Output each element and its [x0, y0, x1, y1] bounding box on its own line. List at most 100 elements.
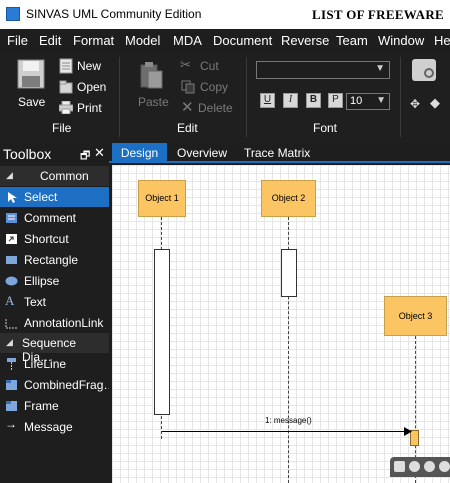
tool-label: Frame — [24, 399, 59, 413]
menu-format[interactable]: Format — [73, 33, 114, 48]
menu-file[interactable]: File — [7, 33, 28, 48]
clipboard-icon — [140, 62, 163, 89]
lifeline-object-1[interactable]: Object 1 — [138, 180, 186, 217]
scissors-icon: ✂ — [180, 57, 191, 72]
pan-hand-icon[interactable] — [409, 461, 420, 472]
font-group-label: Font — [313, 121, 338, 135]
floppy-disk-icon — [17, 59, 45, 89]
font-color-button[interactable]: P — [328, 93, 343, 108]
tool-label: Rectangle — [24, 253, 79, 267]
toolbox-panel: Toolbox 🗗 ✕ ◢ Common Select Comment Shor… — [0, 143, 115, 483]
lifeline-icon — [7, 358, 16, 370]
zoom-out-icon[interactable] — [424, 461, 435, 472]
tool-label: CombinedFrag… — [24, 378, 116, 392]
font-family-select[interactable]: ▼ — [256, 61, 390, 79]
collapse-icon: ◢ — [6, 337, 13, 347]
new-document-icon — [59, 58, 73, 74]
bold-button[interactable]: B — [306, 93, 321, 108]
tool-lifeline[interactable]: LifeLine — [0, 354, 109, 374]
toolbox-header: Toolbox 🗗 ✕ — [0, 143, 109, 165]
tool-message[interactable]: → Message — [0, 417, 109, 437]
tool-frame[interactable]: Frame — [0, 396, 109, 416]
underline-button[interactable]: U — [260, 93, 275, 108]
open-label: Open — [77, 80, 107, 94]
copy-label: Copy — [200, 80, 229, 94]
shortcut-icon — [6, 234, 17, 244]
ellipse-icon — [5, 276, 18, 286]
toolbox-title: Toolbox — [3, 146, 52, 162]
title-bar: SINVAS UML Community Edition LIST OF FRE… — [0, 0, 450, 29]
search-icon — [424, 68, 434, 78]
menu-edit[interactable]: Edit — [39, 33, 61, 48]
tool-ellipse[interactable]: Ellipse — [0, 271, 109, 291]
menu-mda[interactable]: MDA — [173, 33, 202, 48]
arrow-right-icon: → — [5, 417, 17, 431]
ribbon-separator — [246, 57, 247, 137]
file-group-label: File — [52, 121, 72, 135]
new-label: New — [77, 59, 102, 73]
combined-fragment-icon — [6, 380, 17, 390]
activation-bar[interactable] — [154, 249, 170, 415]
tool-combinedfragment[interactable]: CombinedFrag… — [0, 375, 115, 395]
ribbon: Save New Open Print File Paste ✂ Cut Cop… — [0, 51, 450, 143]
tab-design[interactable]: Design — [112, 143, 167, 161]
menu-reverse[interactable]: Reverse — [281, 33, 329, 48]
pin-icon[interactable]: 🗗 — [80, 147, 90, 166]
menu-help[interactable]: He — [434, 33, 450, 48]
cut-label: Cut — [200, 59, 219, 73]
tool-label: Select — [24, 190, 58, 204]
activation-bar[interactable] — [281, 249, 297, 297]
ribbon-separator — [400, 57, 401, 137]
fill-color-icon[interactable]: ◆ — [430, 95, 440, 111]
tool-label: Text — [24, 295, 47, 309]
tool-rectangle[interactable]: Rectangle — [0, 250, 109, 270]
edit-group-label: Edit — [177, 121, 198, 135]
category-common[interactable]: ◢ Common — [0, 166, 109, 186]
tool-label: LifeLine — [24, 357, 67, 371]
print-label: Print — [77, 101, 102, 115]
menu-team[interactable]: Team — [336, 33, 368, 48]
tool-select[interactable]: Select — [0, 187, 109, 207]
arrowhead-icon — [404, 427, 412, 436]
find-button[interactable] — [412, 59, 436, 81]
italic-button[interactable]: I — [283, 93, 298, 108]
delete-x-icon: ✕ — [181, 99, 194, 116]
text-a-icon: A — [5, 293, 15, 308]
zoom-controls — [390, 457, 450, 477]
tool-comment[interactable]: Comment — [0, 208, 109, 228]
open-folder-icon — [59, 80, 73, 94]
tool-text[interactable]: A Text — [0, 292, 109, 312]
close-icon[interactable]: ✕ — [94, 145, 105, 161]
menu-window[interactable]: Window — [378, 33, 424, 48]
tab-trace-matrix[interactable]: Trace Matrix — [244, 143, 310, 161]
app-icon — [6, 7, 20, 21]
menu-bar: File Edit Format Model MDA Document Reve… — [0, 29, 450, 51]
tool-label: Ellipse — [24, 274, 60, 288]
tool-annotationlink[interactable]: AnnotationLink — [0, 313, 109, 333]
lifeline-object-3[interactable]: Object 3 — [384, 296, 447, 336]
menu-model[interactable]: Model — [125, 33, 160, 48]
font-size-value: 10 — [350, 95, 363, 107]
diagram-canvas[interactable]: Object 1 Object 2 Object 3 1: message() — [112, 165, 450, 483]
menu-document[interactable]: Document — [213, 33, 272, 48]
tab-overview[interactable]: Overview — [177, 143, 227, 161]
message-arrow[interactable] — [162, 431, 406, 432]
lifeline-object-2[interactable]: Object 2 — [261, 180, 316, 217]
tool-label: Message — [24, 420, 73, 434]
document-tabs: Design Overview Trace Matrix — [109, 143, 450, 163]
fit-icon[interactable] — [394, 461, 405, 472]
format-painter-icon[interactable]: ✥ — [410, 97, 420, 111]
pointer-icon — [8, 192, 17, 203]
chevron-down-icon: ▼ — [375, 63, 385, 74]
comment-icon — [6, 213, 17, 223]
app-title: SINVAS UML Community Edition — [26, 7, 202, 21]
zoom-in-icon[interactable] — [439, 461, 450, 472]
tool-shortcut[interactable]: Shortcut — [0, 229, 109, 249]
category-label: Common — [40, 169, 89, 183]
printer-icon — [59, 101, 73, 114]
save-label: Save — [18, 95, 46, 109]
category-sequence-diagram[interactable]: ◢ Sequence Dia… — [0, 333, 109, 364]
ribbon-separator — [119, 57, 120, 137]
font-size-select[interactable]: 10 ▼ — [346, 93, 390, 110]
tool-label: Shortcut — [24, 232, 69, 246]
